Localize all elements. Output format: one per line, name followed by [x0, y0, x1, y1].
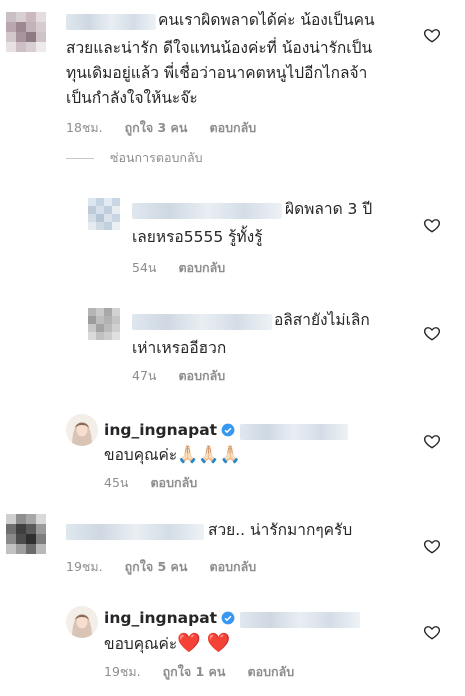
- heart-outline-icon[interactable]: [423, 623, 441, 641]
- username-blurred[interactable]: [66, 14, 156, 30]
- comment-time: 19ชม.: [66, 559, 103, 574]
- divider-line: [66, 158, 94, 159]
- comment-meta: 54น ตอบกลับ: [132, 258, 243, 278]
- comment-text: ขอบคุณค่ะ❤️ ❤️: [104, 632, 231, 654]
- comment-text: เห่าเหรออีฮวก: [132, 339, 227, 357]
- username-blurred[interactable]: [132, 314, 272, 330]
- avatar-blurred[interactable]: [6, 514, 46, 554]
- heart-outline-icon[interactable]: [423, 26, 441, 44]
- heart-outline-icon[interactable]: [423, 432, 441, 450]
- comment-time: 19ชม.: [104, 664, 141, 679]
- username-link[interactable]: ing_ingnapat: [104, 421, 217, 439]
- comment-text: สวยและน่ารัก ดีใจแทนน้องค่ะที่ น้องน่ารั…: [66, 39, 373, 57]
- mention-blurred[interactable]: [240, 612, 360, 628]
- comment-time: 54น: [132, 260, 157, 275]
- profile-photo: [66, 606, 98, 638]
- comment-time: 47น: [132, 368, 157, 383]
- comment-text: คนเราผิดพลาดได้ค่ะ น้องเป็นคน: [158, 11, 375, 29]
- comment-meta: 47น ตอบกลับ: [132, 366, 243, 386]
- comment-text: สวย.. น่ารักมากๆครับ: [208, 521, 353, 539]
- comment-text: ing_ingnapat: [104, 418, 235, 443]
- username-blurred[interactable]: [66, 524, 204, 540]
- reply-button[interactable]: ตอบกลับ: [178, 260, 225, 275]
- comment-text: ing_ingnapat: [104, 606, 235, 631]
- likes-count-link[interactable]: ถูกใจ 3 คน: [125, 120, 188, 135]
- pray-emoji: 🙏🏻🙏🏻🙏🏻: [177, 445, 241, 465]
- comment-time: 45น: [104, 475, 129, 490]
- comment-text: ผิดพลาด 3 ปี: [285, 200, 373, 218]
- likes-count-link[interactable]: ถูกใจ 1 คน: [163, 664, 226, 679]
- comment-text: เป็นกำลังใจให้นะจ๊ะ: [66, 89, 198, 107]
- avatar-blurred[interactable]: [6, 12, 46, 52]
- comment-meta: 18ชม. ถูกใจ 3 คน ตอบกลับ: [66, 118, 274, 138]
- heart-outline-icon[interactable]: [423, 216, 441, 234]
- avatar[interactable]: [66, 414, 98, 446]
- username-blurred[interactable]: [132, 203, 282, 219]
- avatar[interactable]: [66, 606, 98, 638]
- comment-meta: 45น ตอบกลับ: [104, 473, 215, 493]
- profile-photo: [66, 414, 98, 446]
- verified-badge-icon: [221, 611, 235, 625]
- comment-text: ทุนเดิมอยู่แล้ว พี่เชื่อว่าอนาคตหนูไปอีก…: [66, 64, 368, 82]
- comment-meta: 19ชม. ถูกใจ 1 คน ตอบกลับ: [104, 662, 312, 682]
- hide-replies-button[interactable]: ซ่อนการตอบกลับ: [66, 148, 203, 168]
- reply-button[interactable]: ตอบกลับ: [209, 120, 256, 135]
- verified-badge-icon: [221, 423, 235, 437]
- reply-button[interactable]: ตอบกลับ: [178, 368, 225, 383]
- comment-text: เลยหรอ5555 รู้ทั้งรู้: [132, 228, 263, 246]
- heart-outline-icon[interactable]: [423, 537, 441, 555]
- reply-button[interactable]: ตอบกลับ: [209, 559, 256, 574]
- avatar-blurred[interactable]: [88, 198, 120, 230]
- comment-text: อลิสายังไม่เลิก: [274, 311, 370, 329]
- comment-text: ขอบคุณค่ะ🙏🏻🙏🏻🙏🏻: [104, 445, 241, 465]
- comment-meta: 19ชม. ถูกใจ 5 คน ตอบกลับ: [66, 557, 274, 577]
- mention-blurred[interactable]: [240, 424, 348, 440]
- comment-time: 18ชม.: [66, 120, 103, 135]
- username-link[interactable]: ing_ingnapat: [104, 609, 217, 627]
- reply-button[interactable]: ตอบกลับ: [247, 664, 294, 679]
- avatar-blurred[interactable]: [88, 308, 120, 340]
- reply-button[interactable]: ตอบกลับ: [150, 475, 197, 490]
- heart-outline-icon[interactable]: [423, 324, 441, 342]
- likes-count-link[interactable]: ถูกใจ 5 คน: [125, 559, 188, 574]
- red-heart-emoji: ❤️ ❤️: [177, 632, 231, 654]
